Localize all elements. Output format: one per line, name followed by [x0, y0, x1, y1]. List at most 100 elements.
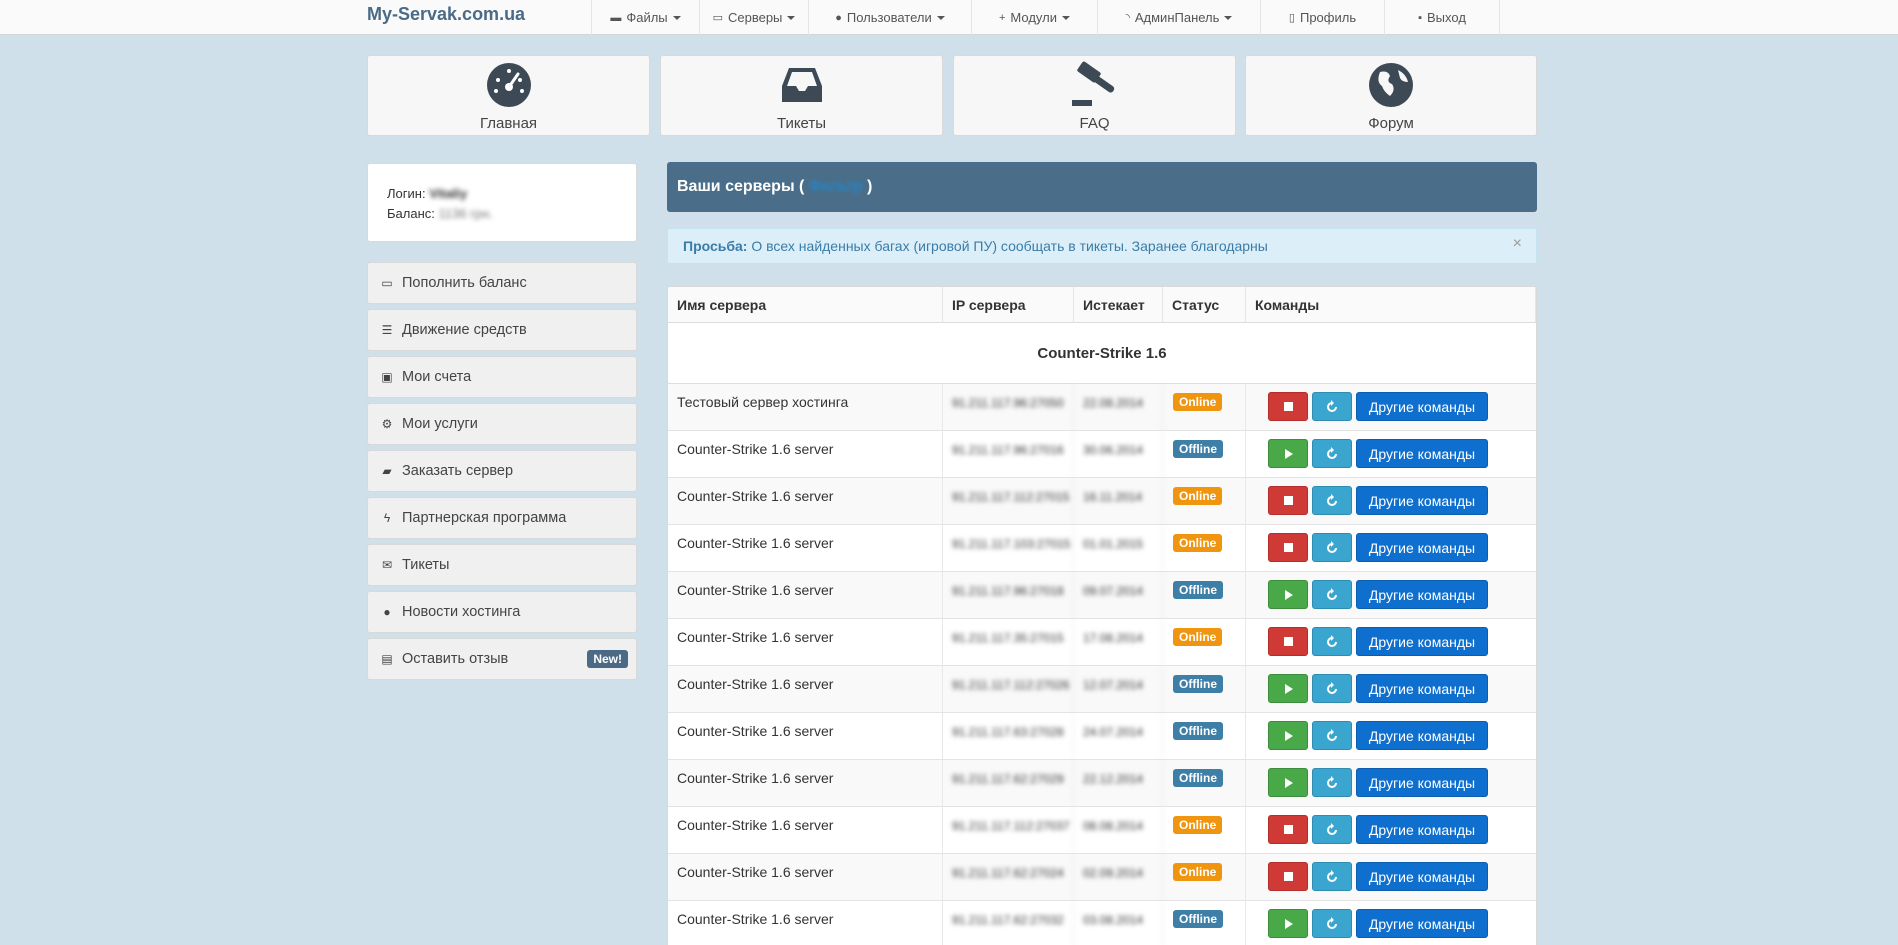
other-commands-button[interactable]: Другие команды [1356, 580, 1488, 609]
tile-label: Тикеты [776, 115, 827, 132]
play-icon [1285, 589, 1293, 600]
start-button[interactable] [1268, 768, 1308, 797]
play-icon [1285, 683, 1293, 694]
commands-cell: Другие команды [1246, 431, 1536, 478]
server-name[interactable]: Counter-Strike 1.6 server [668, 572, 943, 619]
nav-label: АдминПанель [1134, 10, 1220, 25]
start-button[interactable] [1268, 439, 1308, 468]
stop-button[interactable] [1268, 862, 1308, 891]
restart-button[interactable] [1312, 909, 1352, 938]
start-button[interactable] [1268, 580, 1308, 609]
other-commands-button[interactable]: Другие команды [1356, 721, 1488, 750]
other-commands-button[interactable]: Другие команды [1356, 627, 1488, 656]
other-commands-button[interactable]: Другие команды [1356, 768, 1488, 797]
status-badge: Online [1173, 393, 1223, 411]
nav-item-2[interactable]: ● Пользователи [808, 0, 971, 35]
sidebar-item-label: Заказать сервер [402, 463, 514, 479]
stop-icon [1283, 825, 1293, 834]
restart-button[interactable] [1312, 439, 1352, 468]
stop-icon [1283, 872, 1293, 881]
server-name[interactable]: Counter-Strike 1.6 server [668, 666, 943, 713]
restart-button[interactable] [1312, 721, 1352, 750]
tile-3[interactable]: Форум [1245, 55, 1537, 136]
restart-button[interactable] [1312, 580, 1352, 609]
restart-button[interactable] [1312, 862, 1352, 891]
stop-button[interactable] [1268, 533, 1308, 562]
sidebar-item-4[interactable]: ▰ Заказать сервер [367, 450, 637, 492]
status-cell: Offline [1163, 713, 1246, 760]
money-icon: ▣ [381, 370, 393, 384]
nav-item-6[interactable]: ▪ Выход [1384, 0, 1500, 35]
nav-item-3[interactable]: + Модули [971, 0, 1097, 35]
sidebar-item-7[interactable]: ● Новости хостинга [367, 591, 637, 633]
server-name[interactable]: Counter-Strike 1.6 server [668, 760, 943, 807]
drive-icon: ▭ [712, 12, 723, 24]
server-name[interactable]: Counter-Strike 1.6 server [668, 807, 943, 854]
table-row: Counter-Strike 1.6 server 91.211.117.112:… [668, 478, 1536, 525]
stop-button[interactable] [1268, 815, 1308, 844]
other-commands-button[interactable]: Другие команды [1356, 392, 1488, 421]
status-cell: Offline [1163, 572, 1246, 619]
sidebar-item-label: Пополнить баланс [402, 275, 527, 291]
restart-button[interactable] [1312, 768, 1352, 797]
refresh-icon [1327, 493, 1337, 506]
server-name[interactable]: Counter-Strike 1.6 server [668, 713, 943, 760]
restart-button[interactable] [1312, 392, 1352, 421]
lock-icon: ▪ [1418, 11, 1422, 24]
stop-button[interactable] [1268, 392, 1308, 421]
server-name[interactable]: Тестовый сервер хостинга [668, 384, 943, 431]
nav-item-0[interactable]: ▬ Файлы [591, 0, 699, 35]
stop-button[interactable] [1268, 486, 1308, 515]
server-name[interactable]: Counter-Strike 1.6 server [668, 901, 943, 945]
other-commands-button[interactable]: Другие команды [1356, 486, 1488, 515]
server-name[interactable]: Counter-Strike 1.6 server [668, 854, 943, 901]
brand-logo[interactable]: My-Servak.com.ua [367, 4, 525, 25]
stop-button[interactable] [1268, 627, 1308, 656]
restart-button[interactable] [1312, 815, 1352, 844]
restart-button[interactable] [1312, 674, 1352, 703]
nav-label: Выход [1427, 10, 1466, 25]
restart-button[interactable] [1312, 627, 1352, 656]
table-row: Counter-Strike 1.6 server 91.211.117.96:2… [668, 431, 1536, 478]
start-button[interactable] [1268, 674, 1308, 703]
status-badge: Offline [1173, 440, 1223, 458]
sidebar-item-0[interactable]: ▭ Пополнить баланс [367, 262, 637, 304]
filter-link[interactable]: Фильтр [809, 178, 863, 195]
start-button[interactable] [1268, 721, 1308, 750]
tile-0[interactable]: Главная [367, 55, 650, 136]
server-name[interactable]: Counter-Strike 1.6 server [668, 431, 943, 478]
close-icon[interactable]: × [1513, 235, 1522, 253]
commands-cell: Другие команды [1246, 760, 1536, 807]
server-ip: 91.211.117.35:27015 [943, 619, 1074, 666]
server-name[interactable]: Counter-Strike 1.6 server [668, 525, 943, 572]
sidebar-item-1[interactable]: ☰ Движение средств [367, 309, 637, 351]
tile-1[interactable]: Тикеты [660, 55, 943, 136]
other-commands-button[interactable]: Другие команды [1356, 533, 1488, 562]
restart-button[interactable] [1312, 486, 1352, 515]
other-commands-button[interactable]: Другие команды [1356, 909, 1488, 938]
nav-item-4[interactable]: ◝ АдминПанель [1097, 0, 1260, 35]
table-row: Counter-Strike 1.6 server 91.211.117.112:… [668, 807, 1536, 854]
new-badge: New! [587, 650, 628, 668]
server-expires: 24.07.2014 [1074, 713, 1163, 760]
status-badge: Online [1173, 487, 1223, 505]
sidebar-item-8[interactable]: ▤ Оставить отзыв New! [367, 638, 637, 680]
sidebar-item-5[interactable]: ϟ Партнерская программа [367, 497, 637, 539]
sidebar-item-2[interactable]: ▣ Мои счета [367, 356, 637, 398]
sidebar-item-6[interactable]: ✉ Тикеты [367, 544, 637, 586]
tile-2[interactable]: FAQ [953, 55, 1236, 136]
commands-cell: Другие команды [1246, 384, 1536, 431]
sidebar-item-3[interactable]: ⚙ Мои услуги [367, 403, 637, 445]
truck-icon: ▰ [382, 464, 392, 478]
other-commands-button[interactable]: Другие команды [1356, 674, 1488, 703]
stop-icon [1283, 402, 1293, 411]
server-name[interactable]: Counter-Strike 1.6 server [668, 478, 943, 525]
nav-item-5[interactable]: ▯ Профиль [1260, 0, 1384, 35]
restart-button[interactable] [1312, 533, 1352, 562]
other-commands-button[interactable]: Другие команды [1356, 862, 1488, 891]
server-name[interactable]: Counter-Strike 1.6 server [668, 619, 943, 666]
other-commands-button[interactable]: Другие команды [1356, 439, 1488, 468]
nav-item-1[interactable]: ▭ Серверы [699, 0, 808, 35]
other-commands-button[interactable]: Другие команды [1356, 815, 1488, 844]
start-button[interactable] [1268, 909, 1308, 938]
